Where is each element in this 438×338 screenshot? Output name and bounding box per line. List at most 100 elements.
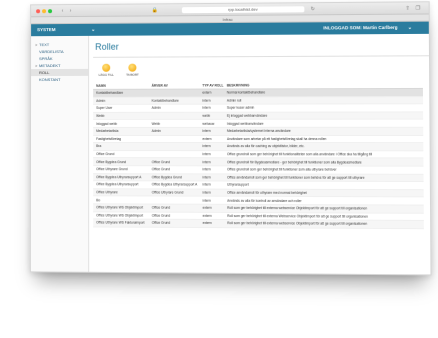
maximize-window-button[interactable] — [48, 9, 53, 14]
page-title: Roller — [95, 41, 119, 52]
cell-type: intern — [202, 198, 211, 203]
sidebar-item-label: TEXT — [39, 42, 50, 48]
cell-type: intern — [202, 152, 211, 157]
cell-name: Office Grund — [96, 152, 115, 157]
cell-type: extern — [202, 221, 212, 226]
cell-description: Office grundroll för Bygdeasmedlare - ge… — [227, 159, 362, 165]
user-label[interactable]: INLOGGAD SOM: Martin Carlberg — [323, 22, 397, 35]
cell-name: Fastighetsföretag — [96, 136, 121, 141]
table-body: Kontaktbehandlare extern Normal kontaktbeh… — [93, 88, 424, 229]
cell-inherits: Office Grund — [151, 213, 171, 218]
cell-name: Office Bygdea Uthyrarsupport A — [96, 174, 142, 180]
delete-button[interactable]: TA BORT — [122, 62, 142, 82]
chevron-down-icon[interactable]: ⌄ — [408, 22, 412, 34]
cell-inherits: Office Grund — [151, 159, 171, 164]
cell-inherits: Admin — [151, 106, 161, 111]
system-menu-label[interactable]: SYSTEM — [37, 24, 55, 36]
sidebar: > TEXT VÄRDELISTA SPRÅK > METADEKT ROLL KO… — [30, 35, 90, 272]
browser-window: ‹ › 🔒 rpp.localhist.dev ↻ ⇪ ❐ Infrac SYS… — [29, 1, 432, 276]
cell-inherits: Office Grund — [151, 205, 171, 210]
cell-name: Admin — [96, 98, 106, 103]
address-bar[interactable]: rpp.localhist.dev — [181, 6, 305, 14]
cell-inherits: Admin — [151, 129, 161, 134]
cell-type: intern — [202, 129, 211, 134]
cell-description: Admin roll — [226, 98, 242, 103]
cell-type: intern — [202, 159, 211, 164]
column-header-type[interactable]: TYP AV ROLL — [202, 83, 226, 87]
chevron-left-icon[interactable]: ‹ — [59, 8, 66, 14]
close-window-button[interactable] — [36, 9, 41, 14]
column-header-name[interactable]: NAMN — [93, 83, 151, 87]
roles-table: NAMN ÄRVER AV TYP AV ROLL BESKRIVNING Ko… — [93, 80, 424, 229]
column-header-description[interactable]: BESKRIVNING — [227, 82, 423, 87]
minimize-window-button[interactable] — [42, 9, 47, 14]
add-icon — [102, 63, 111, 72]
cell-type: extern — [202, 136, 212, 141]
cell-inherits: Webb — [151, 121, 161, 126]
cell-type: intern — [202, 190, 211, 195]
share-icon[interactable]: ⇪ — [406, 5, 410, 11]
delete-button-label: TA BORT — [126, 72, 139, 77]
table-row[interactable]: Medarbetarlista Admin intern Medarbetarlist… — [93, 127, 424, 136]
cell-name: Inloggad webb — [96, 121, 118, 126]
cell-description: Office användarroll för uthyrare med nor… — [227, 190, 307, 195]
reload-icon[interactable]: ↻ — [311, 6, 315, 12]
cell-description: Office grundroll som ger behörighet till… — [227, 167, 337, 172]
sidebar-item-label: METADEKT — [39, 62, 61, 69]
cell-description: Inloggad webbanvändare — [226, 121, 264, 126]
table-row[interactable]: Office Uthyrare WS Fakturaimport Office G… — [93, 219, 424, 229]
add-button[interactable]: LÄGG TILL — [96, 62, 116, 82]
cell-description: Uthyrarsupport — [227, 182, 249, 188]
cell-description: Normal kontaktbehandlare — [226, 90, 266, 95]
cell-description: Ej inloggad webbanvändare — [226, 113, 268, 118]
cell-description: Används av alla för kontroll av användar… — [227, 198, 302, 203]
cell-type: intern — [202, 182, 211, 187]
cell-type: intern — [202, 144, 211, 149]
cell-name: Medarbetarlista — [96, 129, 119, 134]
cell-name: Office Uthyrare WS Objektimport — [96, 205, 144, 210]
cell-type: webb — [202, 113, 211, 118]
toolbar: LÄGG TILL TA BORT — [93, 60, 429, 82]
cell-name: Office Bygdea Grund — [96, 159, 127, 164]
cell-inherits: Office Bygdea Grund — [151, 175, 182, 180]
cell-name: Office Bygdea Uthyrarsupport — [96, 182, 139, 187]
cell-type: intern — [202, 175, 211, 180]
table-row[interactable]: Fastighetsföretag extern Användare som arb… — [93, 135, 424, 144]
cell-description: Roll som ger behörighet till externa Web… — [227, 213, 368, 219]
lock-icon: 🔒 — [151, 7, 158, 14]
cell-type: intern — [202, 167, 211, 172]
cell-inherits: Office Grund — [151, 167, 171, 172]
cell-type: extern — [202, 90, 212, 95]
main-content: Roller LÄGG TILL TA BORT NAMN ÄRVER AV T… — [93, 34, 430, 275]
divider — [93, 55, 429, 58]
sidebar-item-label: ROLL — [39, 70, 50, 76]
chevron-down-icon[interactable]: ⌄ — [91, 24, 95, 36]
cell-description: Används av alla för caching av objektlis… — [226, 144, 305, 149]
sidebar-item-label: KONSTANT — [39, 76, 61, 83]
add-button-label: LÄGG TILL — [98, 72, 114, 77]
cell-inherits: Office Bygdea Uthyrarsupport A — [151, 182, 198, 187]
cell-inherits: Kontaktbehandlare — [151, 98, 179, 103]
column-header-inherits[interactable]: ÄRVER AV — [152, 83, 203, 87]
cell-type: extern — [202, 213, 212, 218]
cell-description: Office grundroll som ger behörighet till… — [227, 152, 373, 157]
cell-name: Super User — [96, 106, 113, 111]
tabs-icon[interactable]: ❐ — [416, 5, 421, 11]
cell-type: extern — [202, 205, 212, 211]
cell-name: Bo — [96, 197, 101, 202]
cell-name: Office Uthyrare Grund — [96, 167, 128, 172]
cell-description: Office användarroll som ger behörighet t… — [227, 175, 365, 180]
table-row[interactable]: Inloggad webb Webb webauw Inloggad webbanvä… — [93, 119, 424, 128]
chevron-right-icon[interactable]: › — [67, 8, 74, 14]
tab-title[interactable]: Infrac — [223, 17, 233, 22]
sidebar-item-konstant[interactable]: KONSTANT — [31, 76, 88, 83]
cell-description: Användare som arbetar på ett fastighetsf… — [226, 136, 327, 141]
cell-name: Kontaktbehandlare — [96, 91, 124, 96]
cell-description: Roll som ger behörighet till externa web… — [227, 221, 368, 227]
cell-description: Roll som ger behörighet till externa web… — [227, 206, 368, 211]
delete-icon — [128, 63, 137, 72]
cell-name: Office Uthyrare WS Objektimport — [96, 213, 144, 218]
cell-description: Medarbetarlista/systemet interna använda… — [226, 129, 291, 134]
sidebar-item-label: SPRÅK — [39, 56, 53, 62]
cell-inherits: Office Grund — [151, 221, 171, 226]
